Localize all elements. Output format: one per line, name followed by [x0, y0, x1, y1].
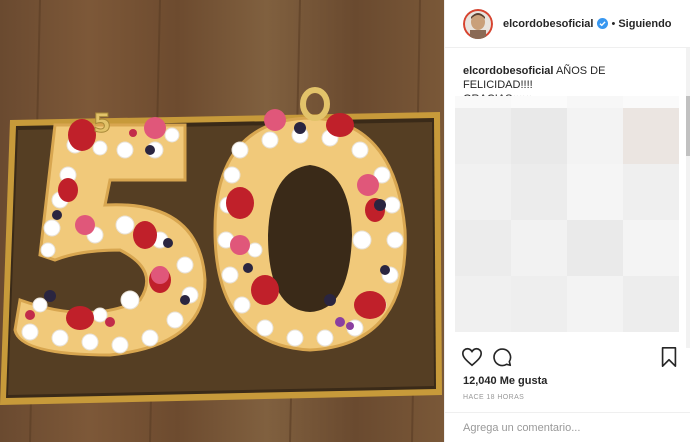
- avatar[interactable]: [463, 8, 493, 39]
- scrollbar-track[interactable]: [686, 48, 690, 348]
- following-button[interactable]: Siguiendo: [618, 18, 671, 30]
- header-separator: •: [611, 17, 616, 30]
- caption-username[interactable]: elcordobesoficial: [463, 65, 553, 77]
- candle-zero: [300, 87, 330, 121]
- comment-input[interactable]: [463, 418, 679, 438]
- candle-five: 5: [93, 109, 111, 139]
- header-username[interactable]: elcordobesoficial: [503, 18, 593, 30]
- heart-icon[interactable]: [461, 346, 483, 368]
- divider: [445, 412, 690, 413]
- blurred-comments: [455, 96, 681, 336]
- post-timestamp: HACE 18 HORAS: [463, 394, 525, 401]
- post-photo[interactable]: 5: [0, 0, 444, 442]
- post-side-panel: elcordobesoficial • Siguiendo elcordobes…: [444, 0, 690, 442]
- scrollbar-thumb[interactable]: [686, 96, 690, 156]
- bookmark-icon[interactable]: [659, 346, 679, 368]
- comment-icon[interactable]: [491, 346, 513, 368]
- action-bar: [459, 346, 685, 372]
- post-header: elcordobesoficial • Siguiendo: [445, 0, 690, 48]
- verified-badge-icon: [597, 18, 609, 29]
- likes-count[interactable]: 12,040 Me gusta: [463, 375, 547, 387]
- cake-illustration: 5: [0, 0, 442, 442]
- instagram-post: 5 elcordobesoficial • Siguiendo elcordob…: [0, 0, 690, 442]
